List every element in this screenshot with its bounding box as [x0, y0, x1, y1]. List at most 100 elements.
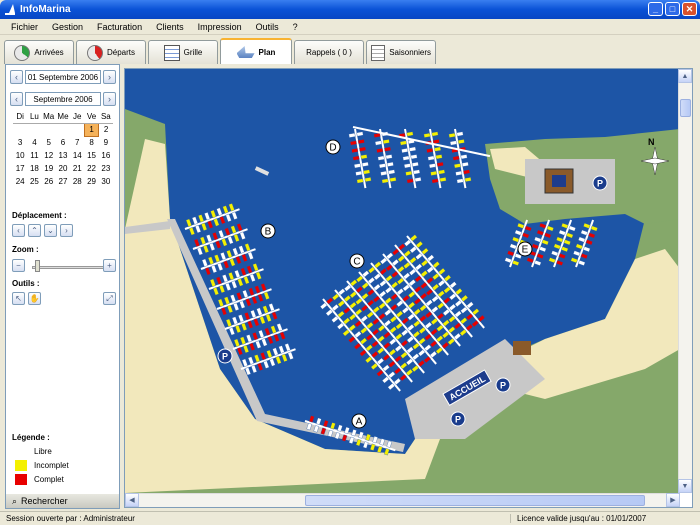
legend-libre: Libre	[15, 446, 52, 457]
close-button[interactable]: ✕	[682, 2, 697, 16]
pan-up-button[interactable]: ⌃	[28, 224, 41, 237]
menu-clients[interactable]: Clients	[149, 22, 191, 32]
tab-label: Plan	[258, 47, 276, 57]
arrivals-pie-icon	[14, 44, 31, 61]
horizontal-scroll-thumb[interactable]	[305, 495, 645, 506]
calendar-day[interactable]: 13	[56, 149, 70, 162]
maximize-button[interactable]: □	[665, 2, 680, 16]
zoom-slider-track[interactable]	[32, 266, 104, 269]
pointer-tool-icon[interactable]: ↖	[12, 292, 25, 305]
menu-help[interactable]: ?	[286, 22, 305, 32]
calendar-day[interactable]: 2	[99, 123, 113, 136]
calendar-day[interactable]: 25	[27, 175, 41, 188]
calendar-day[interactable]: 3	[13, 136, 27, 149]
pontoon-label: A	[356, 417, 363, 428]
calendar-day[interactable]: 5	[42, 136, 56, 149]
tab-arrivees[interactable]: Arrivées	[4, 40, 74, 64]
pontoon-label: B	[265, 227, 272, 238]
scroll-left-icon[interactable]: ◀	[125, 493, 139, 507]
zoom-in-wrap: +	[103, 259, 116, 272]
tab-label: Grille	[183, 48, 203, 57]
selected-date[interactable]: 01 Septembre 2006	[25, 70, 101, 84]
vertical-scrollbar[interactable]: ▲ ▼	[678, 69, 692, 493]
next-month-button[interactable]: ›	[103, 92, 116, 106]
zoom-label: Zoom :	[12, 245, 39, 254]
tab-saisonniers[interactable]: Saisonniers	[366, 40, 436, 64]
menu-outils[interactable]: Outils	[249, 22, 286, 32]
seasonal-list-icon	[371, 44, 386, 61]
marina-map-viewport[interactable]: ABCDE PPPP ACCUEIL N ▲ ▼ ◀ ▶	[124, 68, 693, 508]
calendar-day[interactable]: 4	[27, 136, 41, 149]
tab-rappels[interactable]: Rappels ( 0 )	[294, 40, 364, 64]
zoom-in-button[interactable]: +	[103, 259, 116, 272]
calendar-day[interactable]: 18	[27, 162, 41, 175]
calendar-empty	[42, 123, 56, 136]
outils-label: Outils :	[12, 279, 40, 288]
window-title: InfoMarina	[20, 4, 71, 15]
fit-view-icon[interactable]: ⤢	[103, 292, 116, 305]
tool-buttons: ↖ ✋	[12, 292, 41, 305]
calendar-day[interactable]: 26	[42, 175, 56, 188]
weekday-header: Sa	[98, 110, 113, 124]
pan-left-button[interactable]: ‹	[12, 224, 25, 237]
pan-right-button[interactable]: ›	[60, 224, 73, 237]
calendar-day[interactable]: 9	[99, 136, 113, 149]
calendar-day[interactable]: 8	[84, 136, 98, 149]
calendar-day[interactable]: 27	[56, 175, 70, 188]
calendar-day[interactable]: 14	[70, 149, 84, 162]
search-button[interactable]: ⌕ Rechercher	[6, 494, 119, 508]
calendar-day[interactable]: 28	[70, 175, 84, 188]
tab-grille[interactable]: Grille	[148, 40, 218, 64]
weekday-header: Me	[55, 110, 71, 124]
tab-departs[interactable]: Départs	[76, 40, 146, 64]
horizontal-scrollbar[interactable]: ◀ ▶	[125, 493, 680, 507]
prev-day-button[interactable]: ‹	[10, 70, 23, 84]
pan-down-button[interactable]: ⌄	[44, 224, 57, 237]
vertical-scroll-thumb[interactable]	[680, 99, 691, 117]
parking-label: P	[500, 381, 506, 391]
tab-label: Rappels ( 0 )	[306, 48, 352, 57]
tab-label: Saisonniers	[389, 48, 431, 57]
sidebar-panel: ‹ 01 Septembre 2006 › ‹ Septembre 2006 ›…	[5, 64, 120, 509]
marina-map[interactable]: ABCDE PPPP ACCUEIL N	[125, 69, 680, 493]
calendar-day[interactable]: 21	[70, 162, 84, 175]
scroll-down-icon[interactable]: ▼	[678, 479, 692, 493]
minimize-button[interactable]: _	[648, 2, 663, 16]
fit-wrap: ⤢	[103, 292, 116, 305]
window-titlebar[interactable]: InfoMarina _ □ ✕	[0, 0, 700, 19]
weekday-header: Je	[70, 110, 85, 124]
calendar-day[interactable]: 22	[84, 162, 98, 175]
calendar-day[interactable]: 10	[13, 149, 27, 162]
menu-impression[interactable]: Impression	[191, 22, 249, 32]
calendar-day[interactable]: 1	[83, 122, 100, 137]
scroll-right-icon[interactable]: ▶	[666, 493, 680, 507]
calendar-day[interactable]: 6	[56, 136, 70, 149]
legend-swatch	[15, 474, 27, 485]
menu-gestion[interactable]: Gestion	[45, 22, 90, 32]
license-status: Licence valide jusqu'au : 01/01/2007	[510, 514, 700, 523]
zoom-slider-thumb[interactable]	[35, 260, 41, 272]
menu-facturation[interactable]: Facturation	[90, 22, 149, 32]
calendar-day[interactable]: 30	[99, 175, 113, 188]
calendar-day[interactable]: 16	[99, 149, 113, 162]
tab-label: Arrivées	[34, 48, 64, 57]
tab-plan[interactable]: Plan	[220, 38, 292, 64]
scroll-up-icon[interactable]: ▲	[678, 69, 692, 83]
calendar-day[interactable]: 11	[27, 149, 41, 162]
zoom-out-button[interactable]: −	[12, 259, 25, 272]
calendar-day[interactable]: 20	[56, 162, 70, 175]
calendar-day[interactable]: 7	[70, 136, 84, 149]
calendar-day[interactable]: 17	[13, 162, 27, 175]
calendar-day[interactable]: 15	[84, 149, 98, 162]
calendar-day[interactable]: 29	[84, 175, 98, 188]
next-day-button[interactable]: ›	[103, 70, 116, 84]
calendar-day[interactable]: 19	[42, 162, 56, 175]
calendar-day[interactable]: 24	[13, 175, 27, 188]
calendar-day[interactable]: 12	[42, 149, 56, 162]
calendar-empty	[70, 123, 84, 136]
weekday-header: Ve	[84, 110, 99, 124]
calendar-day[interactable]: 23	[99, 162, 113, 175]
menu-fichier[interactable]: Fichier	[4, 22, 45, 32]
prev-month-button[interactable]: ‹	[10, 92, 23, 106]
hand-tool-icon[interactable]: ✋	[28, 292, 41, 305]
